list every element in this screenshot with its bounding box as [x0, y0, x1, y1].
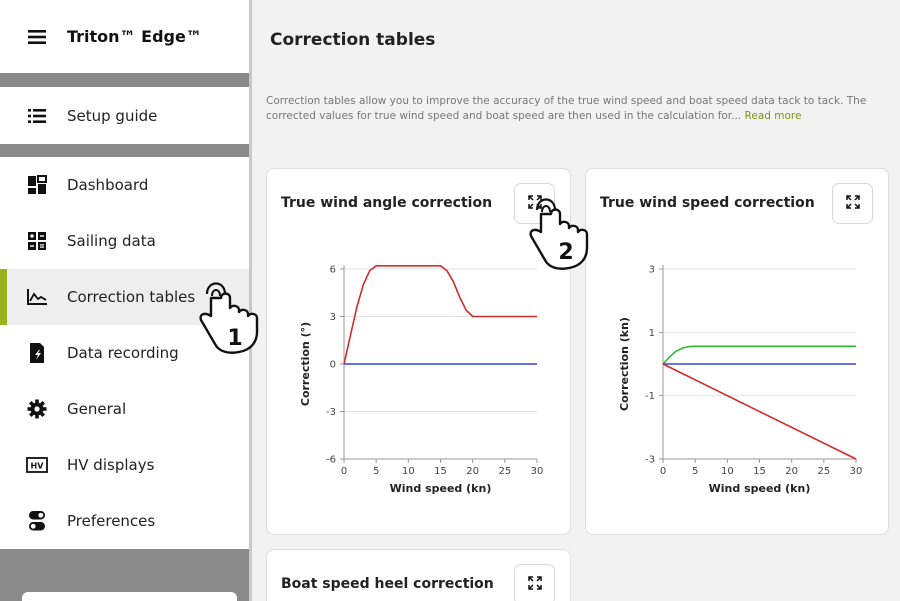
sidebar-item-label: Dashboard [67, 176, 149, 194]
x-tick-label: 30 [850, 466, 863, 477]
hamburger-menu-icon[interactable] [26, 26, 48, 48]
gear-icon [26, 398, 48, 420]
app-title: Triton™ Edge™ [67, 27, 202, 46]
series-line-0 [662, 345, 856, 365]
toggle-icon [26, 510, 48, 532]
card-boat-speed-heel: Boat speed heel correction [266, 549, 571, 601]
x-tick-label: 15 [753, 466, 766, 477]
y-tick-label: 3 [330, 312, 336, 323]
x-tick-label: 5 [373, 466, 379, 477]
tap-hand-icon-1: 1 [199, 282, 259, 354]
x-axis-label: Wind speed (kn) [390, 482, 492, 495]
hv-icon-text: HV [31, 462, 45, 471]
page-title: Correction tables [270, 30, 436, 50]
card-true-wind-speed: True wind speed correction 3 1 -1 -3 0 5 10 15 2… [585, 168, 889, 535]
sidebar-item-dashboard[interactable]: Dashboard [0, 157, 249, 213]
x-axis-label: Wind speed (kn) [709, 482, 811, 495]
card-title: True wind angle correction [281, 195, 493, 211]
sidebar-item-preferences[interactable]: Preferences [0, 493, 249, 549]
y-tick-label: 1 [649, 328, 655, 339]
sidebar-item-label: Correction tables [67, 288, 196, 306]
x-tick-label: 25 [817, 466, 830, 477]
y-tick-label: -3 [326, 407, 336, 418]
y-axis-label: Correction (°) [299, 322, 312, 406]
sailing-data-icon [26, 230, 48, 252]
callout-number-2: 2 [558, 240, 573, 265]
sidebar-item-label: HV displays [67, 456, 155, 474]
sidebar-item-label: Preferences [67, 512, 156, 530]
y-tick-label: 3 [649, 265, 655, 276]
sidebar-footer-button[interactable] [22, 592, 237, 601]
dashboard-icon [26, 174, 48, 196]
sidebar-item-hv-displays[interactable]: HV HV displays [0, 437, 249, 493]
y-tick-label: -6 [326, 455, 336, 466]
x-tick-label: 30 [531, 466, 544, 477]
sidebar-item-label: General [67, 400, 127, 418]
series-line-2 [662, 363, 857, 460]
list-icon [26, 105, 48, 127]
x-tick-label: 20 [466, 466, 479, 477]
sidebar-item-sailing-data[interactable]: Sailing data [0, 213, 249, 269]
sidebar-item-setup-guide[interactable]: Setup guide [0, 87, 249, 144]
x-tick-label: 0 [660, 466, 666, 477]
y-tick-label: -3 [645, 455, 655, 466]
read-more-link[interactable]: Read more [745, 110, 802, 122]
y-tick-label: 0 [330, 360, 336, 371]
expand-button[interactable] [514, 564, 555, 601]
correction-tables-icon [26, 286, 48, 308]
expand-button[interactable] [832, 183, 873, 224]
expand-icon [527, 575, 542, 594]
x-tick-label: 20 [785, 466, 798, 477]
x-tick-label: 10 [721, 466, 734, 477]
card-title: True wind speed correction [600, 195, 815, 211]
x-tick-label: 0 [341, 466, 347, 477]
chart-true-wind-speed: 3 1 -1 -3 0 5 10 15 20 25 30 Wind speed (kn) Correct… [618, 265, 863, 496]
x-tick-label: 5 [692, 466, 698, 477]
sidebar-header: Triton™ Edge™ [0, 0, 249, 73]
x-tick-label: 10 [402, 466, 415, 477]
y-tick-label: -1 [645, 391, 655, 402]
data-recording-icon [26, 342, 48, 364]
sidebar-item-label: Data recording [67, 344, 179, 362]
card-title: Boat speed heel correction [281, 576, 494, 592]
y-tick-label: 6 [330, 265, 336, 276]
sidebar-item-general[interactable]: General [0, 381, 249, 437]
chart-true-wind-angle: 630-3-60 5 10 15 20 25 30Wind speed (kn)Correc… [299, 264, 544, 496]
y-axis-label: Correction (kn) [618, 317, 631, 411]
page-description: Correction tables allow you to improve t… [266, 94, 881, 124]
series-line-0 [343, 264, 537, 365]
main-content: Correction tables Correction tables allo… [252, 0, 900, 601]
expand-icon [845, 194, 860, 213]
sidebar-item-label: Setup guide [67, 106, 158, 125]
hv-displays-icon: HV [26, 454, 48, 476]
tap-hand-icon-2: 2 [529, 198, 589, 270]
x-tick-label: 15 [434, 466, 447, 477]
callout-number-1: 1 [227, 326, 242, 351]
sidebar-item-label: Sailing data [67, 232, 156, 250]
x-tick-label: 25 [498, 466, 511, 477]
